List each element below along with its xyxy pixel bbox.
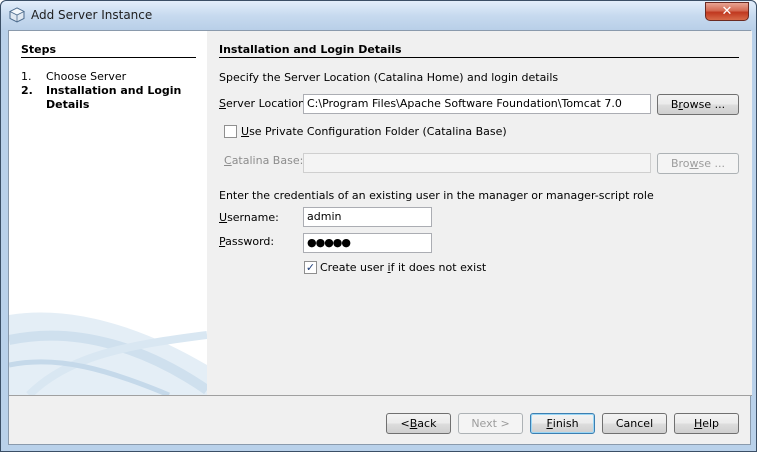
server-location-field[interactable]: C:\Program Files\Apache Software Foundat…: [303, 94, 651, 114]
catalina-base-label: Catalina Base:: [224, 154, 304, 167]
create-user-checkbox[interactable]: ✓: [304, 261, 317, 274]
private-config-label[interactable]: Use Private Configuration Folder (Catali…: [241, 125, 507, 138]
cancel-button[interactable]: Cancel: [602, 413, 667, 434]
close-icon: ✕: [721, 4, 733, 19]
browse-server-location-button[interactable]: Br owse ...: [657, 94, 739, 115]
password-field[interactable]: ●●●●●: [303, 233, 432, 253]
dialog-client: Steps 1. Choose Server 2. Installation and…: [8, 30, 752, 445]
browse-catalina-base-button[interactable]: Bro w se ...: [657, 153, 739, 174]
private-config-checkbox[interactable]: [224, 125, 237, 138]
step-label: Installation and Login Details: [46, 84, 182, 111]
steps-pane: Steps 1. Choose Server 2. Installation and…: [9, 31, 207, 395]
footer-separator: [9, 395, 752, 396]
step-label: Choose Server: [46, 70, 127, 83]
back-button[interactable]: < Back: [386, 413, 451, 434]
title-bar[interactable]: Add Server Instance ✕: [1, 1, 756, 30]
catalina-base-field[interactable]: [303, 153, 651, 173]
intro-text: Specify the Server Location (Catalina Ho…: [219, 71, 559, 84]
step-number: 1.: [21, 70, 32, 83]
finish-button[interactable]: Finish: [530, 413, 595, 434]
username-field[interactable]: admin: [303, 207, 432, 227]
window-title: Add Server Instance: [31, 8, 153, 22]
next-button[interactable]: Next >: [458, 413, 523, 434]
panel-divider: [219, 57, 739, 58]
create-user-label[interactable]: Create user if it does not exist: [320, 261, 486, 274]
panel-title: Installation and Login Details: [219, 43, 402, 56]
close-button[interactable]: ✕: [705, 2, 749, 21]
steps-divider: [21, 57, 196, 58]
step-choose-server: 1. Choose Server: [21, 70, 186, 84]
step-installation-login: 2. Installation and Login Details: [21, 84, 186, 112]
steps-title: Steps: [21, 43, 57, 56]
step-number: 2.: [21, 84, 33, 97]
dialog-window: Add Server Instance ✕ Steps 1. Choose Ser…: [0, 0, 757, 452]
username-label: Username:: [219, 211, 279, 224]
netbeans-cube-icon: [9, 7, 25, 23]
server-location-label: Server Location:: [219, 97, 309, 110]
credentials-text: Enter the credentials of an existing use…: [219, 189, 654, 202]
decorative-swoosh-graphic: [9, 312, 207, 395]
main-panel: Installation and Login Details Specify t…: [207, 31, 752, 395]
password-label: Password:: [219, 235, 275, 248]
help-button[interactable]: Help: [674, 413, 739, 434]
